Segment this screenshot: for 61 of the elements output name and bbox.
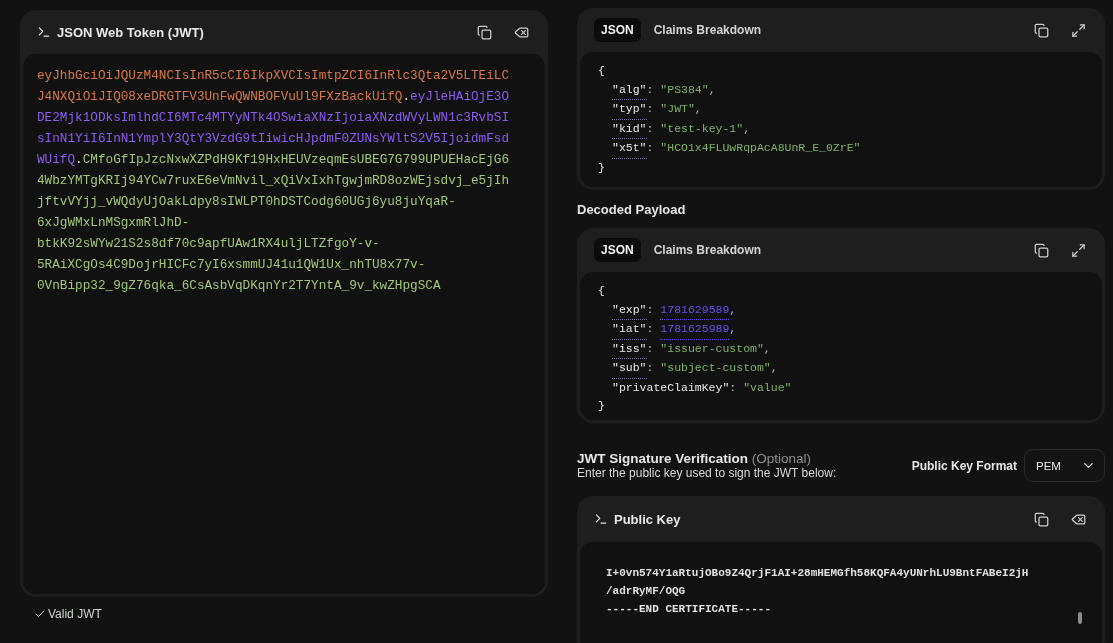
panel-title: Public Key <box>614 511 681 527</box>
code-comma: , <box>694 101 702 117</box>
code-comma: , <box>763 340 771 357</box>
code-brace: } <box>598 159 605 176</box>
backspace-icon <box>1071 511 1086 527</box>
claim-key[interactable]: "x5t" <box>612 139 647 159</box>
section-title: Decoded Payload <box>577 202 687 217</box>
claim-key: "privateClaimKey" <box>612 378 730 397</box>
claim-value: "HCO1x4FLUwRqpAcA8UnR_E_0ZrE" <box>660 140 861 156</box>
view-tab[interactable]: JSON <box>594 238 641 262</box>
claim-value: "test-key-1" <box>660 120 744 137</box>
terminal-icon <box>594 512 608 526</box>
format-label: Public Key Format <box>911 458 1017 473</box>
claim-value[interactable]: 1781625989 <box>660 320 730 340</box>
backspace-icon <box>514 24 529 40</box>
claim-value: "JWT" <box>660 101 695 117</box>
section-title: JWT Signature Verification (Optional) <box>577 451 813 466</box>
claim-key[interactable]: "kid" <box>612 119 647 139</box>
code-colon: : <box>646 321 654 337</box>
code-colon: : <box>646 81 654 98</box>
view-tab[interactable]: Claims Breakdown <box>646 238 769 262</box>
code-comma: , <box>729 301 737 318</box>
status-text: Valid JWT <box>48 607 102 621</box>
code-brace: } <box>598 398 605 414</box>
claim-value: "issuer-custom" <box>660 340 764 357</box>
claim-value[interactable]: 1781629589 <box>660 300 730 320</box>
view-tab[interactable]: Claims Breakdown <box>646 18 769 42</box>
scrollbar-thumb[interactable] <box>1078 612 1082 624</box>
terminal-icon <box>37 25 51 39</box>
claim-key[interactable]: "sub" <box>612 359 647 379</box>
section-subtitle: Enter the public key used to sign the JWT below: <box>577 466 838 480</box>
format-select[interactable]: PEM <box>1024 449 1105 482</box>
code-colon: : <box>646 301 654 318</box>
code-brace: { <box>598 283 605 299</box>
claim-value: "subject-custom" <box>660 360 771 376</box>
code-colon: : <box>646 101 654 117</box>
claim-key[interactable]: "typ" <box>612 100 647 120</box>
copy-icon <box>1034 511 1049 527</box>
code-comma: , <box>770 360 778 376</box>
code-colon: : <box>729 379 737 396</box>
claim-key[interactable]: "exp" <box>612 300 647 320</box>
expand-icon <box>1071 242 1086 258</box>
code-comma: , <box>729 321 737 337</box>
copy-icon <box>1034 22 1049 38</box>
claim-value: "value" <box>743 379 792 396</box>
expand-icon <box>1071 22 1086 38</box>
code-colon: : <box>646 120 654 137</box>
code-colon: : <box>646 140 654 156</box>
claim-key[interactable]: "iss" <box>612 339 647 359</box>
view-tab[interactable]: JSON <box>594 18 641 42</box>
code-colon: : <box>646 360 654 376</box>
claim-key[interactable]: "alg" <box>612 80 647 100</box>
code-comma: , <box>743 120 751 137</box>
copy-icon <box>1034 242 1049 258</box>
code-brace: { <box>598 63 605 79</box>
claim-key[interactable]: "iat" <box>612 320 647 340</box>
code-comma: , <box>708 81 716 98</box>
claim-value: "PS384" <box>660 81 709 98</box>
code-colon: : <box>646 340 654 357</box>
copy-icon <box>477 24 492 40</box>
panel-title: JSON Web Token (JWT) <box>57 24 204 40</box>
